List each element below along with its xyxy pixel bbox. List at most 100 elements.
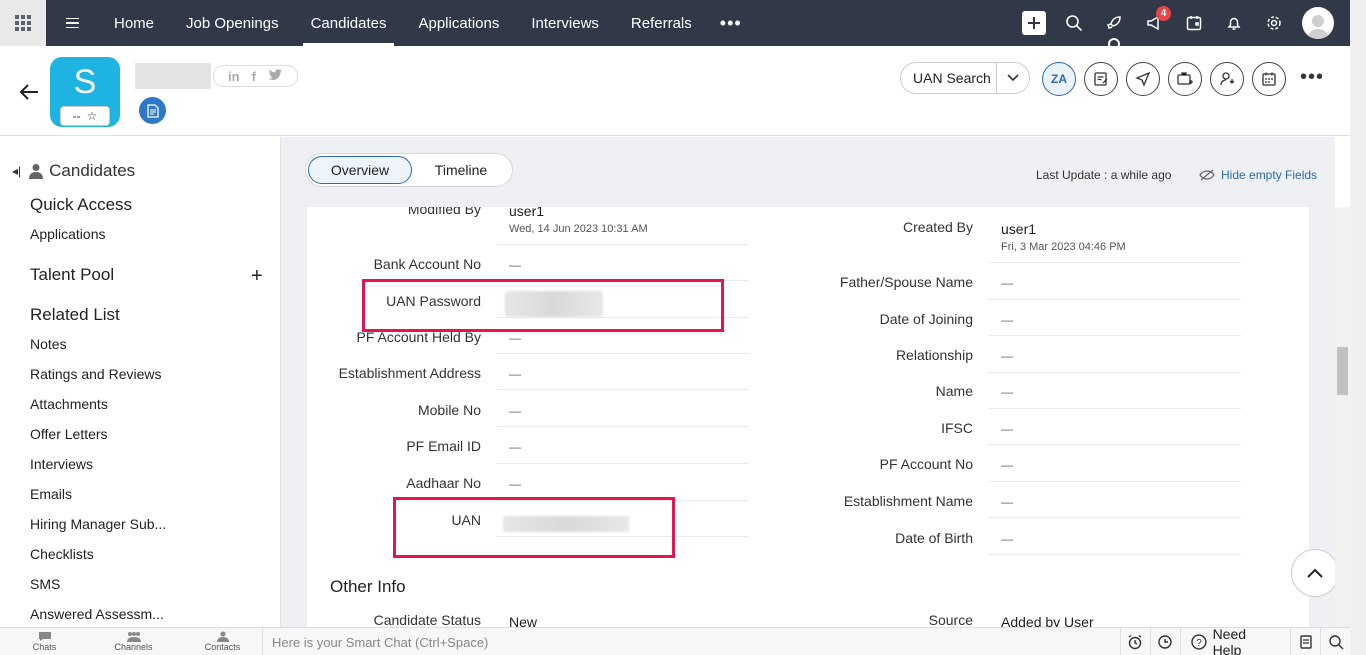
main-content: Overview Timeline Last Update : a while …	[281, 137, 1335, 627]
collapse-sidebar-icon[interactable]: ◂|	[12, 164, 21, 178]
highlight-box-uan	[393, 497, 675, 558]
rocket-icon[interactable]	[1094, 0, 1134, 50]
sidebar-item-sms[interactable]: SMS	[30, 576, 60, 592]
document-icon[interactable]	[139, 97, 166, 124]
zia-icon[interactable]: ZA	[1042, 62, 1076, 96]
sidebar-item-applications[interactable]: Applications	[30, 226, 106, 242]
field-value-date-of-birth[interactable]: —	[1001, 532, 1013, 546]
nav-more-button[interactable]: •••	[708, 0, 754, 46]
created-by-user[interactable]: user1	[1001, 221, 1126, 237]
gear-icon[interactable]	[1254, 0, 1294, 46]
field-value-father-spouse-name[interactable]: —	[1001, 276, 1013, 290]
field-value-establishment-name[interactable]: —	[1001, 495, 1013, 509]
details-card: Modified By user1 Wed, 14 Jun 2023 10:31…	[307, 207, 1309, 627]
field-label-establishment-name: Establishment Name	[843, 493, 973, 509]
field-value-mobile-no[interactable]: —	[509, 404, 521, 418]
vertical-scrollbar[interactable]	[1335, 207, 1350, 627]
send-icon[interactable]	[1126, 62, 1160, 96]
eye-slash-icon	[1199, 169, 1215, 181]
bell-icon[interactable]	[1214, 0, 1254, 46]
svg-text:?: ?	[1196, 638, 1202, 649]
field-value-source[interactable]: Added by User	[1001, 614, 1094, 627]
field-label-source: Source	[928, 612, 973, 627]
contacts-button[interactable]: Contacts	[178, 631, 267, 652]
chevron-down-icon[interactable]	[997, 74, 1029, 82]
linkedin-icon[interactable]: in	[228, 69, 240, 84]
field-value-bank-account-no[interactable]: —	[509, 258, 521, 272]
nav-candidates[interactable]: Candidates	[295, 0, 403, 46]
alarm-clock-icon[interactable]	[1120, 628, 1150, 655]
star-icon[interactable]: ☆	[87, 109, 98, 123]
sidebar-item-answered-assessments[interactable]: Answered Assessm...	[30, 606, 164, 622]
need-help-button[interactable]: ? Need Help	[1179, 626, 1291, 655]
sidebar-item-interviews[interactable]: Interviews	[30, 456, 93, 472]
hide-empty-fields-label[interactable]: Hide empty Fields	[1221, 168, 1317, 182]
calendar-icon[interactable]	[1174, 0, 1214, 46]
create-new-button[interactable]	[1014, 0, 1054, 46]
sidebar-item-attachments[interactable]: Attachments	[30, 396, 108, 412]
uan-search-dropdown[interactable]: UAN Search	[900, 62, 1030, 94]
field-value-pf-account-no[interactable]: —	[1001, 458, 1013, 472]
smart-chat-input[interactable]: Here is your Smart Chat (Ctrl+Space)	[262, 628, 1118, 655]
field-value-pf-email-id[interactable]: —	[509, 440, 521, 454]
app-switcher-icon[interactable]	[0, 0, 46, 46]
modified-by-user[interactable]: user1	[509, 207, 648, 219]
tab-overview[interactable]: Overview	[308, 156, 412, 184]
field-label-date-of-joining: Date of Joining	[879, 311, 973, 327]
nav-referrals[interactable]: Referrals	[615, 0, 708, 46]
rating-value: --	[72, 109, 81, 123]
nav-job-openings[interactable]: Job Openings	[170, 0, 295, 46]
scroll-to-top-button[interactable]	[1291, 549, 1339, 597]
back-arrow-icon[interactable]	[18, 81, 40, 108]
highlight-box-uan-password	[362, 279, 724, 332]
channels-button[interactable]: Channels	[89, 631, 178, 652]
sidebar-item-emails[interactable]: Emails	[30, 486, 72, 502]
edit-note-icon[interactable]	[1084, 62, 1118, 96]
rating-widget[interactable]: -- ☆	[60, 106, 110, 126]
more-options-button[interactable]: •••	[1300, 66, 1324, 89]
uan-search-label[interactable]: UAN Search	[901, 63, 997, 93]
assign-user-icon[interactable]	[1210, 62, 1244, 96]
announcements-icon[interactable]: 4	[1134, 0, 1174, 46]
user-avatar[interactable]	[1302, 7, 1334, 39]
talent-pool-heading[interactable]: Talent Pool	[30, 265, 114, 285]
sidebar-item-ratings[interactable]: Ratings and Reviews	[30, 366, 162, 382]
field-value-date-of-joining[interactable]: —	[1001, 313, 1013, 327]
related-list-heading: Related List	[30, 305, 120, 324]
field-value-relationship[interactable]: —	[1001, 349, 1013, 363]
search-bottom-icon[interactable]	[1320, 628, 1350, 655]
history-icon[interactable]	[1149, 628, 1180, 655]
sidebar-item-hiring-manager[interactable]: Hiring Manager Sub...	[30, 516, 166, 532]
sidebar-item-offer-letters[interactable]: Offer Letters	[30, 426, 108, 442]
field-value-pf-account-held-by[interactable]: —	[509, 331, 521, 345]
view-toggle: Overview Timeline	[305, 153, 513, 187]
field-label-mobile-no: Mobile No	[417, 402, 481, 418]
field-label-aadhaar-no: Aadhaar No	[406, 475, 481, 491]
field-value-establishment-address[interactable]: —	[509, 367, 521, 381]
schedule-icon[interactable]	[1252, 62, 1286, 96]
nav-interviews[interactable]: Interviews	[515, 0, 615, 46]
search-icon[interactable]	[1054, 0, 1094, 46]
nav-applications[interactable]: Applications	[402, 0, 515, 46]
sidebar-item-checklists[interactable]: Checklists	[30, 546, 94, 562]
chats-button[interactable]: Chats	[0, 631, 89, 652]
add-talent-pool-icon[interactable]: +	[251, 265, 263, 288]
notes-icon[interactable]	[1290, 628, 1320, 655]
hide-empty-fields-link[interactable]: Hide empty Fields	[1199, 168, 1317, 182]
last-update-text: Last Update : a while ago	[1036, 168, 1172, 182]
field-label-establishment-address: Establishment Address	[338, 365, 481, 381]
field-value-candidate-status[interactable]: New	[509, 614, 537, 627]
twitter-icon[interactable]	[268, 68, 283, 84]
nav-home[interactable]: Home	[98, 0, 170, 46]
sidebar-item-notes[interactable]: Notes	[30, 336, 67, 352]
field-value-ifsc[interactable]: —	[1001, 422, 1013, 436]
field-value-name[interactable]: —	[1001, 385, 1013, 399]
field-label-father-spouse-name: Father/Spouse Name	[839, 274, 973, 290]
field-label-date-of-birth: Date of Birth	[895, 530, 973, 546]
facebook-icon[interactable]: f	[252, 69, 256, 84]
menu-icon[interactable]	[46, 0, 98, 46]
created-by-date: Fri, 3 Mar 2023 04:46 PM	[1001, 241, 1126, 253]
field-value-aadhaar-no[interactable]: —	[509, 477, 521, 491]
tab-timeline[interactable]: Timeline	[412, 156, 510, 184]
briefcase-add-icon[interactable]	[1168, 62, 1202, 96]
